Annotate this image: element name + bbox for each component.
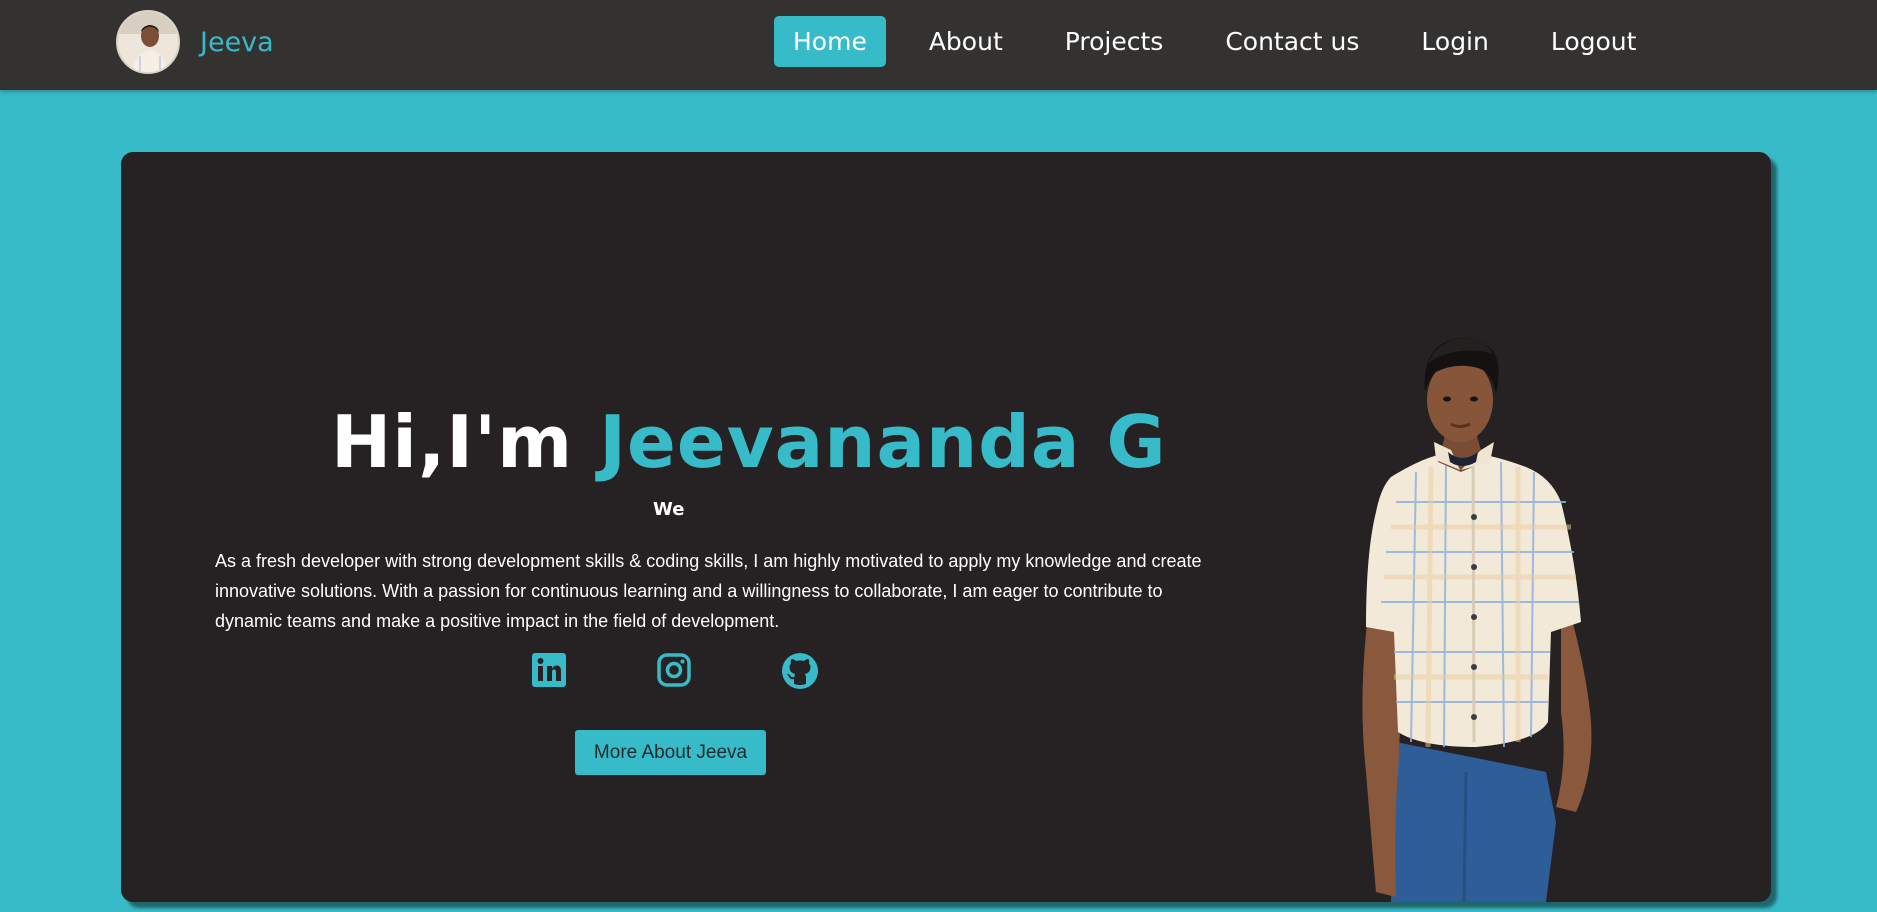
hero-name: Jeevananda G [599,400,1167,484]
main-nav: Home About Projects Contact us Login Log… [774,16,1679,67]
brand[interactable]: Jeeva [116,10,274,74]
nav-logout[interactable]: Logout [1532,16,1656,67]
linkedin-icon[interactable] [531,652,571,692]
hero-bio: As a fresh developer with strong develop… [215,551,1202,631]
brand-name[interactable]: Jeeva [200,27,274,58]
nav-home[interactable]: Home [774,16,886,67]
profile-photo [1336,302,1636,902]
nav-projects[interactable]: Projects [1046,16,1183,67]
avatar [116,10,180,74]
nav-login[interactable]: Login [1402,16,1507,67]
instagram-icon[interactable] [656,652,696,692]
social-links [529,652,929,702]
nav-about[interactable]: About [910,16,1022,67]
typed-text: We [653,499,685,520]
hero-greeting: Hi,I'm [331,400,574,484]
nav-contact-us[interactable]: Contact us [1206,16,1378,67]
hero-card: Hi,I'm Jeevananda G We As a fresh develo… [121,152,1771,902]
hero-headline: Hi,I'm Jeevananda G [331,400,1167,484]
more-about-button[interactable]: More About Jeeva [575,730,766,775]
github-icon[interactable] [781,652,821,692]
navbar: Jeeva Home About Projects Contact us Log… [0,0,1877,90]
